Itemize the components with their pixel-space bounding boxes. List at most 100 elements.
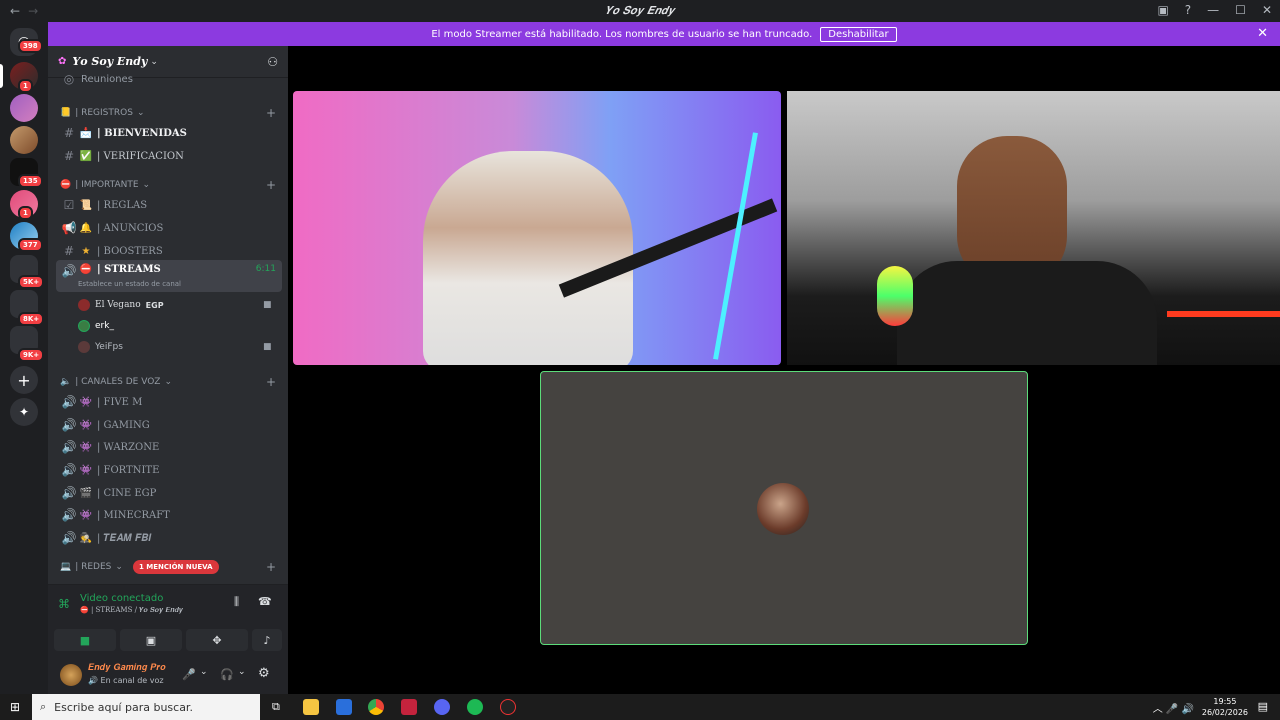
voice-user-name: YeiFps	[95, 342, 123, 352]
channel-label: | ANUNCIOS	[97, 222, 164, 234]
voice-user-tag: EGP	[145, 300, 164, 310]
voice-channel-link[interactable]: ⛔ | STREAMS / 𝒀𝒐 𝑺𝒐𝒚 𝑬𝒏𝒅𝒚	[80, 606, 183, 615]
channel-team-fbi[interactable]: 🔊 🕵 | 𝑻𝑬𝑨𝑴 𝑭𝑩𝑰	[56, 527, 282, 549]
taskbar-search[interactable]: ⌕ Escribe aquí para buscar.	[32, 694, 260, 720]
invite-user-icon[interactable]: ⚇	[267, 55, 278, 69]
channel-verificacion[interactable]: # ✅ | VERIFICACION	[56, 145, 282, 167]
close-icon[interactable]: ✕	[1257, 26, 1268, 41]
video-tile[interactable]	[787, 91, 1280, 365]
dm-badge: 398	[18, 39, 43, 53]
channel-bienvenidas[interactable]: # 📩 | BIENVENIDAS	[56, 122, 282, 144]
voice-user[interactable]: YeiFps ■	[78, 337, 272, 357]
channel-warzone[interactable]: 🔊 👾 | WARZONE	[56, 436, 282, 458]
channel-fortnite[interactable]: 🔊 👾 | FORTNITE	[56, 459, 282, 481]
chevron-down-icon[interactable]: ⌄	[200, 667, 208, 677]
video-tile[interactable]	[293, 91, 781, 365]
task-view-icon[interactable]: ⧉	[272, 700, 280, 714]
explore-icon[interactable]: ✦	[10, 398, 38, 426]
spotify-icon[interactable]	[467, 699, 483, 715]
maximize-button[interactable]: ☐	[1235, 3, 1246, 17]
chrome-icon[interactable]	[368, 699, 384, 715]
channel-emoji: 👾	[79, 464, 93, 476]
channel-boosters[interactable]: # ★ | BOOSTERS	[56, 240, 282, 262]
speaker-icon: 🔊	[61, 440, 77, 454]
category-label: | CANALES DE VOZ	[75, 377, 161, 387]
laptop-icon: 💻	[60, 562, 72, 572]
disable-streamer-button[interactable]: Deshabilitar	[820, 26, 897, 42]
server-badge: 5K+	[18, 275, 45, 289]
voice-status[interactable]: Video conectado	[80, 593, 163, 604]
add-server-icon[interactable]: +	[10, 366, 38, 394]
add-channel-icon[interactable]: +	[266, 178, 276, 192]
channel-reuniones[interactable]: ◎ Reuniones	[56, 72, 282, 86]
server-icon[interactable]	[10, 126, 38, 154]
category-redes[interactable]: 💻 | REDES ⌄ 1 MENCIÓN NUEVA +	[60, 560, 276, 574]
add-channel-icon[interactable]: +	[266, 375, 276, 389]
speaker-icon: 🔊	[61, 463, 77, 477]
channel-five-m[interactable]: 🔊 👾 | FIVE M	[56, 391, 282, 413]
tray-icons[interactable]: ︿ 🎤 🔊	[1153, 700, 1194, 715]
chevron-down-icon: ⌄	[164, 377, 172, 387]
channel-status[interactable]: Establece un estado de canal	[78, 280, 181, 288]
clock[interactable]: 19:55 26/02/2026	[1202, 696, 1248, 718]
channel-label: | CINE EGP	[97, 487, 157, 499]
hashtag-icon: #	[63, 149, 75, 163]
stream-timer: 6:11	[255, 264, 276, 274]
video-tile-avatar-only[interactable]	[540, 371, 1028, 645]
category-canales-de-voz[interactable]: 🔈 | CANALES DE VOZ ⌄ +	[60, 375, 276, 389]
mention-badge[interactable]: 1 MENCIÓN NUEVA	[132, 560, 219, 574]
add-channel-icon[interactable]: +	[266, 560, 276, 574]
headphones-icon[interactable]: 🎧	[220, 668, 234, 681]
disconnect-icon[interactable]: ☎	[258, 595, 272, 608]
chevron-down-icon: ⌄	[136, 108, 145, 118]
channel-gaming[interactable]: 🔊 👾 | GAMING	[56, 414, 282, 436]
windows-start-icon[interactable]: ⊞	[10, 700, 20, 714]
taskbar: ⊞ ⌕ Escribe aquí para buscar. ⧉ ︿ 🎤 🔊 19…	[0, 694, 1280, 720]
camera-icon: ■	[263, 300, 272, 310]
activities-button[interactable]: ✥	[186, 629, 248, 651]
microphone-icon[interactable]: 🎤	[182, 668, 196, 681]
channel-emoji: 🕵	[79, 532, 93, 544]
chevron-down-icon[interactable]: ⌄	[238, 667, 246, 677]
voice-user[interactable]: erk_	[78, 316, 114, 336]
help-icon[interactable]: ?	[1185, 3, 1191, 17]
discord-icon[interactable]	[434, 699, 450, 715]
screen-share-button[interactable]: ▣	[120, 629, 182, 651]
channel-cine-egp[interactable]: 🔊 🎬 | CINE EGP	[56, 482, 282, 504]
close-window-button[interactable]: ✕	[1262, 3, 1272, 17]
app-icon[interactable]	[401, 699, 417, 715]
server-icon[interactable]	[10, 94, 38, 122]
category-registros[interactable]: 📒 | REGISTROS ⌄ +	[60, 106, 276, 120]
noise-suppression-icon[interactable]: ⫼	[234, 595, 239, 609]
server-badge: 377	[18, 238, 43, 252]
inbox-icon[interactable]: ▣	[1157, 3, 1168, 17]
voice-panel: ⌘ Video conectado ⛔ | STREAMS / 𝒀𝒐 𝑺𝒐𝒚 𝑬…	[48, 584, 288, 694]
megaphone-icon: 📢	[61, 221, 77, 235]
channel-streams[interactable]: 🔊 ⛔ | STREAMS 6:11 Establece un estado de …	[56, 260, 282, 292]
notifications-icon[interactable]: ▤	[1258, 700, 1268, 713]
speaker-icon: 🔊	[88, 676, 98, 685]
rules-icon: ☑	[63, 198, 75, 212]
speedometer-icon[interactable]	[500, 699, 516, 715]
user-name[interactable]: 𝑬𝒏𝒅𝒚 𝑮𝒂𝒎𝒊𝒏𝒈 𝑷𝒓𝒐	[88, 663, 166, 673]
camera-button[interactable]: ■	[54, 629, 116, 651]
avatar	[78, 341, 90, 353]
store-icon[interactable]	[336, 699, 352, 715]
soundboard-button[interactable]: ♪	[252, 629, 282, 651]
channel-label: | GAMING	[97, 419, 150, 431]
hashtag-icon: #	[63, 126, 75, 140]
channel-reglas[interactable]: ☑ 📜 | REGLAS	[56, 194, 282, 216]
avatar[interactable]	[60, 664, 82, 686]
channel-anuncios[interactable]: 📢 🔔 | ANUNCIOS	[56, 217, 282, 239]
gear-icon[interactable]: ⚙	[258, 666, 270, 681]
add-channel-icon[interactable]: +	[266, 106, 276, 120]
file-explorer-icon[interactable]	[303, 699, 319, 715]
minimize-button[interactable]: —	[1207, 3, 1219, 17]
category-importante[interactable]: ⛔ | IMPORTANTE ⌄ +	[60, 178, 276, 192]
active-server-pill	[0, 64, 3, 88]
avatar	[78, 320, 90, 332]
voice-user[interactable]: El Vegano EGP ■	[78, 295, 272, 315]
search-icon: ⌕	[40, 700, 47, 713]
category-emoji: 📒	[60, 108, 72, 118]
channel-minecraft[interactable]: 🔊 👾 | MINECRAFT	[56, 504, 282, 526]
